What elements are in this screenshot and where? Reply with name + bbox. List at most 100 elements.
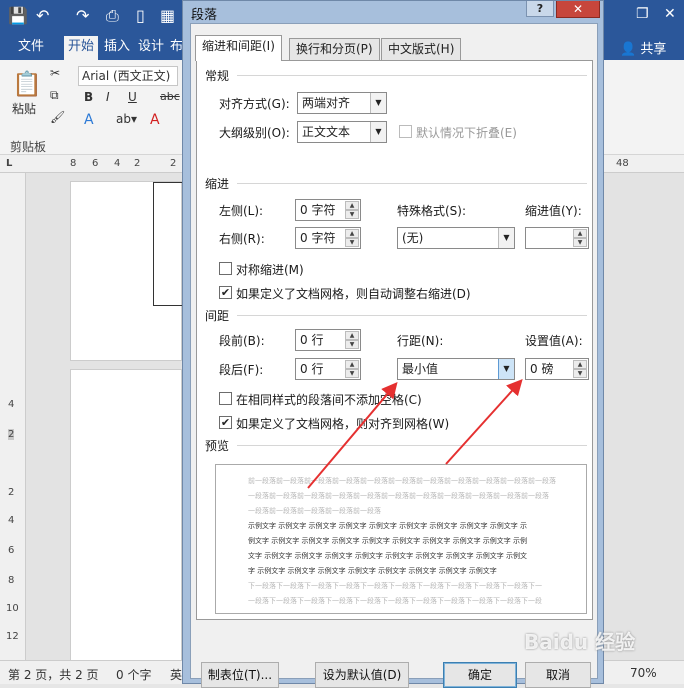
zoom-level[interactable]: 70% — [630, 666, 657, 680]
font-color-icon[interactable]: A — [150, 112, 160, 128]
spin-down-icon[interactable]: ▼ — [345, 340, 359, 349]
preview-sample-line: 例文字 示例文字 示例文字 示例文字 示例文字 示例文字 示例文字 示例文字 示… — [248, 537, 528, 545]
ruler-tick: 2 — [134, 158, 141, 169]
spin-up-icon[interactable]: ▲ — [345, 229, 359, 238]
ok-button[interactable]: 确定 — [443, 662, 517, 688]
language-indicator[interactable]: 英 — [170, 666, 182, 683]
highlight-icon[interactable]: ab▾ — [116, 112, 137, 126]
spin-up-icon[interactable]: ▲ — [573, 229, 587, 238]
tab-selector-icon[interactable]: L — [6, 158, 12, 169]
spin-up-icon[interactable]: ▲ — [345, 201, 359, 210]
indent-by-spinner[interactable]: ▲ ▼ — [525, 227, 589, 249]
set-default-button[interactable]: 设为默认值(D) — [315, 662, 409, 688]
close-window-icon[interactable]: ✕ — [664, 6, 676, 22]
underline-icon[interactable]: U — [128, 90, 137, 104]
ruler-tick: 2 — [170, 158, 177, 169]
no-space-same-style-checkbox[interactable] — [219, 392, 232, 405]
preview-sample-line: 字 示例文字 示例文字 示例文字 示例文字 示例文字 示例文字 示例文字 示例文… — [248, 567, 497, 575]
text-box-frame — [153, 182, 183, 306]
help-button[interactable]: ? — [526, 1, 554, 17]
restore-icon[interactable]: ❐ — [636, 6, 649, 22]
line-spacing-value: 最小值 — [402, 362, 439, 376]
spin-down-icon[interactable]: ▼ — [345, 369, 359, 378]
spin-down-icon[interactable]: ▼ — [345, 210, 359, 219]
outline-level-select[interactable]: 正文文本 ▼ — [297, 121, 387, 143]
ruler-tick: 48 — [616, 158, 629, 169]
line-spacing-label: 行距(N): — [397, 334, 444, 348]
alignment-label: 对齐方式(G): — [219, 97, 290, 111]
ruler-tick: 4 — [8, 515, 15, 526]
spin-up-icon[interactable]: ▲ — [345, 360, 359, 369]
spacing-at-spinner[interactable]: 0 磅 ▲ ▼ — [525, 358, 589, 380]
quick-access-icon[interactable]: ▦ — [160, 6, 175, 26]
dialog-title: 段落 — [191, 8, 218, 23]
preview-next-line: 下一段落下一段落下一段落下一段落下一段落下一段落下一段落下一段落下一段落下一段落… — [248, 582, 542, 590]
line-spacing-select[interactable]: 最小值 ▼ — [397, 358, 515, 380]
mirror-indents-label: 对称缩进(M) — [236, 263, 304, 277]
new-document-icon[interactable]: ▯ — [136, 6, 145, 26]
space-after-value: 0 行 — [300, 362, 324, 376]
spin-down-icon[interactable]: ▼ — [573, 369, 587, 378]
tab-insert[interactable]: 插入 — [104, 38, 130, 56]
spin-up-icon[interactable]: ▲ — [573, 360, 587, 369]
tab-home[interactable]: 开始 — [64, 36, 99, 60]
space-after-label: 段后(F): — [219, 363, 264, 377]
print-preview-icon[interactable]: ⎙ — [106, 6, 119, 26]
ruler-tick: 2 — [8, 429, 15, 440]
space-before-spinner[interactable]: 0 行 ▲ ▼ — [295, 329, 361, 351]
spin-down-icon[interactable]: ▼ — [573, 238, 587, 247]
preview-prev-line: 前一段落前一段落前一段落前一段落前一段落前一段落前一段落前一段落前一段落前一段落… — [248, 477, 556, 485]
divider — [237, 315, 587, 316]
space-after-spinner[interactable]: 0 行 ▲ ▼ — [295, 358, 361, 380]
chevron-down-icon: ▼ — [498, 359, 514, 379]
right-indent-label: 右侧(R): — [219, 232, 265, 246]
outline-level-label: 大纲级别(O): — [219, 126, 290, 140]
copy-icon[interactable]: ⧉ — [50, 88, 59, 103]
paste-icon[interactable]: 📋 — [12, 70, 42, 98]
word-count[interactable]: 0 个字 — [116, 666, 151, 683]
tab-design[interactable]: 设计 — [138, 38, 164, 56]
page-count[interactable]: 第 2 页，共 2 页 — [8, 666, 99, 683]
collapse-checkbox[interactable] — [399, 125, 412, 138]
font-name-box[interactable]: Arial (西文正文) — [78, 66, 178, 86]
auto-adjust-right-label: 如果定义了文档网格，则自动调整右缩进(D) — [236, 287, 471, 301]
tab-asian-typography[interactable]: 中文版式(H) — [381, 38, 462, 60]
chevron-down-icon: ▼ — [498, 228, 514, 248]
dialog-body: 缩进和间距(I) 换行和分页(P) 中文版式(H) 常规 对齐方式(G): 两端… — [190, 23, 598, 688]
auto-adjust-right-checkbox[interactable]: ✔ — [219, 286, 232, 299]
close-button[interactable]: ✕ — [556, 1, 600, 18]
format-painter-icon[interactable]: 🖌 — [50, 110, 65, 124]
redo-icon[interactable]: ↷ — [76, 6, 89, 26]
special-indent-select[interactable]: (无) ▼ — [397, 227, 515, 249]
strikethrough-icon[interactable]: abc — [160, 90, 180, 103]
italic-icon[interactable]: I — [106, 90, 110, 104]
paste-label[interactable]: 粘贴 — [12, 100, 36, 117]
section-spacing: 间距 — [205, 309, 230, 323]
tabs-button[interactable]: 制表位(T)... — [201, 662, 279, 688]
right-indent-spinner[interactable]: 0 字符 ▲ ▼ — [295, 227, 361, 249]
tab-file[interactable]: 文件 — [18, 38, 44, 56]
ruler-tick: 8 — [8, 575, 15, 586]
page-2[interactable] — [70, 369, 182, 669]
indent-by-label: 缩进值(Y): — [525, 204, 582, 218]
alignment-select[interactable]: 两端对齐 ▼ — [297, 92, 387, 114]
vertical-ruler[interactable]: 4 2 2 4 6 8 10 12 — [0, 173, 26, 660]
bold-icon[interactable]: B — [84, 90, 93, 104]
share-button[interactable]: 👤 共享 — [620, 38, 666, 57]
spin-up-icon[interactable]: ▲ — [345, 331, 359, 340]
spacing-at-value: 0 磅 — [530, 362, 554, 376]
undo-icon[interactable]: ↶ — [36, 6, 49, 26]
left-indent-spinner[interactable]: 0 字符 ▲ ▼ — [295, 199, 361, 221]
cut-icon[interactable]: ✂ — [50, 66, 60, 80]
page-1[interactable] — [70, 181, 183, 361]
snap-to-grid-checkbox[interactable]: ✔ — [219, 416, 232, 429]
cancel-button[interactable]: 取消 — [525, 662, 591, 688]
text-effects-icon[interactable]: A — [84, 112, 94, 128]
mirror-indents-checkbox[interactable] — [219, 262, 232, 275]
tab-indents-spacing[interactable]: 缩进和间距(I) — [195, 35, 282, 61]
clipboard-group-label: 剪贴板 — [10, 140, 47, 154]
spin-down-icon[interactable]: ▼ — [345, 238, 359, 247]
divider — [237, 183, 587, 184]
save-icon[interactable]: 💾 — [8, 6, 28, 26]
tab-line-page-breaks[interactable]: 换行和分页(P) — [289, 38, 380, 60]
